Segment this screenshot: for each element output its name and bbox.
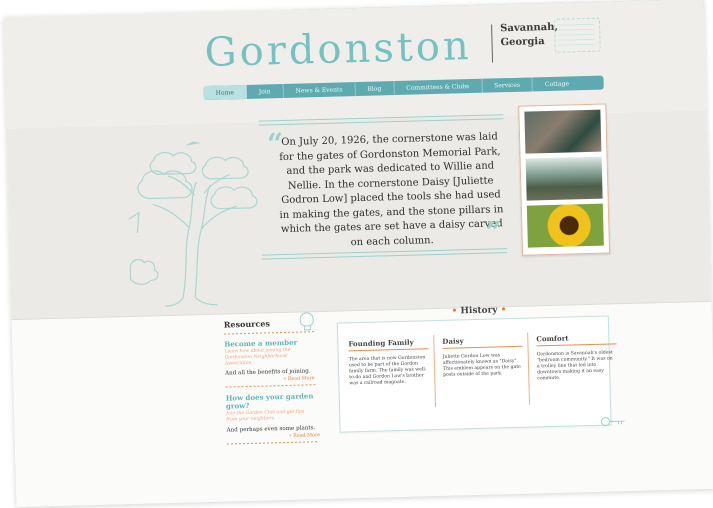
nav-item-committees-clubs[interactable]: Committees & Clubs xyxy=(394,78,483,96)
history-dot-left: • xyxy=(451,306,458,317)
history-body-founding: The area that is now Gordonston used to … xyxy=(348,355,427,387)
history-panel: Founding Family The area that is now Gor… xyxy=(336,315,617,433)
history-body-comfort: Gordonston is Savannah's oldest "bedroom… xyxy=(536,350,613,382)
history-column-daisy: Daisy Juliette Gordon Low was affectiona… xyxy=(442,335,524,417)
history-column-divider-1 xyxy=(433,335,437,408)
resource-subtitle-member: Learn how about joining the Gordonston N… xyxy=(224,347,291,367)
resources-title: Resources xyxy=(223,318,271,330)
read-more-link-garden[interactable]: » Read More xyxy=(289,433,320,439)
history-body-daisy: Juliette Gordon Low was affectionately k… xyxy=(442,353,521,378)
site-logo[interactable]: Gordonston xyxy=(204,23,472,76)
history-column-divider-2 xyxy=(527,332,531,405)
nav-item-home[interactable]: Home xyxy=(203,84,248,101)
history-heading-daisy: Daisy xyxy=(442,336,464,346)
nav-item-join[interactable]: Join xyxy=(246,83,284,99)
history-heading-comfort: Comfort xyxy=(536,333,569,344)
read-more-link-member[interactable]: » Read More xyxy=(283,376,314,382)
quote-panel: “ On July 20, 1926, the cornerstone was … xyxy=(258,114,517,271)
main-nav: Home Join News & Events Blog Committees … xyxy=(203,75,604,101)
mockup-page: Gordonston Savannah, Georgia Home Join N… xyxy=(3,0,713,508)
nav-item-blog[interactable]: Blog xyxy=(355,81,395,97)
photo-sunflower[interactable] xyxy=(526,203,604,248)
photo-strip xyxy=(518,103,611,256)
photo-people-gathering[interactable] xyxy=(524,109,602,154)
hero-quote-text: On July 20, 1926, the cornerstone was la… xyxy=(279,131,504,248)
nav-item-cottage[interactable]: Cottage xyxy=(533,76,581,91)
nav-item-services[interactable]: Services xyxy=(481,77,534,93)
history-column-founding: Founding Family The area that is now Gor… xyxy=(348,337,430,419)
postmark-icon xyxy=(553,17,601,53)
history-title-text: History xyxy=(460,305,498,317)
header-divider xyxy=(491,24,494,63)
history-dot-right: • xyxy=(500,305,507,316)
history-underline-daisy xyxy=(442,345,523,349)
resource-heading-garden[interactable]: How does your garden grow? xyxy=(226,391,314,410)
city-line-2: Georgia xyxy=(500,36,545,49)
history-heading-founding: Founding Family xyxy=(348,337,414,349)
lightbulb-icon xyxy=(299,312,314,327)
history-underline-founding xyxy=(348,348,429,352)
key-icon xyxy=(600,417,625,427)
close-quote-icon: ” xyxy=(485,215,503,249)
history-column-comfort: Comfort Gordonston is Savannah's oldest … xyxy=(536,332,618,414)
photo-oak-tree[interactable] xyxy=(525,156,603,201)
city-line-1: Savannah, xyxy=(500,21,559,35)
screenshot-canvas: Gordonston Savannah, Georgia Home Join N… xyxy=(0,0,713,508)
history-title: • History • xyxy=(451,305,506,316)
resource-subtitle-garden: Join the Garden Club and get tips from y… xyxy=(226,409,305,423)
nav-item-news-events[interactable]: News & Events xyxy=(283,82,356,98)
tree-illustration xyxy=(128,141,258,307)
history-underline-comfort xyxy=(536,343,617,347)
city-label: Savannah, Georgia xyxy=(500,21,558,51)
